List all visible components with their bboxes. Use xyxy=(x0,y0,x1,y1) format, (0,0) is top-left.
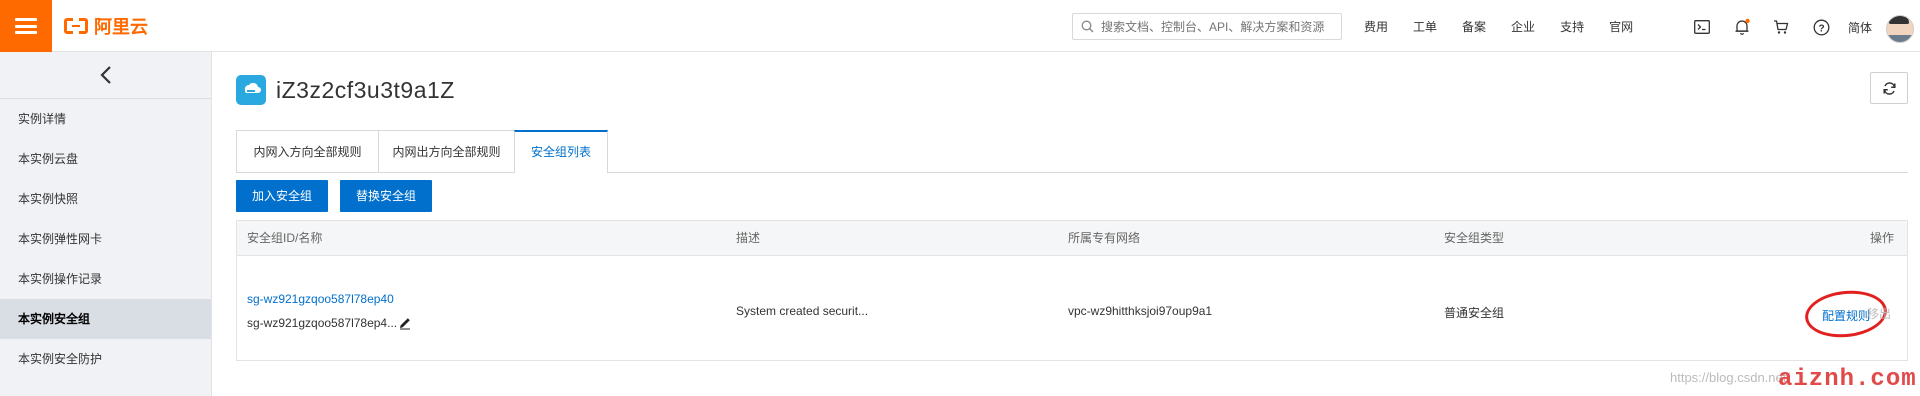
top-nav-links: 费用 工单 备案 企业 支持 官网 xyxy=(1364,0,1658,52)
instance-server-icon xyxy=(236,75,266,105)
table-header: 安全组ID/名称 描述 所属专有网络 安全组类型 操作 xyxy=(237,221,1907,256)
remove-link[interactable]: 移出 xyxy=(1867,305,1891,322)
help-icon[interactable]: ? xyxy=(1812,18,1830,36)
page-title: iZ3z2cf3u3t9a1Z xyxy=(276,76,455,103)
language-switch[interactable]: 简体 xyxy=(1848,19,1872,36)
refresh-icon xyxy=(1882,81,1896,95)
top-navbar: 阿里云 费用 工单 备案 企业 支持 官网 xyxy=(0,0,1920,52)
logo-text: 阿里云 xyxy=(94,17,148,37)
sidebar-item-instance-details[interactable]: 实例详情 xyxy=(0,99,211,139)
add-security-group-button[interactable]: 加入安全组 xyxy=(236,180,329,212)
hamburger-menu-button[interactable] xyxy=(0,0,52,52)
sidebar-item-security-groups[interactable]: 本实例安全组 xyxy=(0,299,211,339)
tab-security-group-list[interactable]: 安全组列表 xyxy=(514,130,608,173)
aliyun-logo[interactable]: 阿里云 xyxy=(64,14,148,38)
user-avatar[interactable] xyxy=(1886,15,1914,43)
column-header-description: 描述 xyxy=(736,231,761,245)
nav-support[interactable]: 支持 xyxy=(1560,18,1584,35)
sidebar-collapse-button[interactable] xyxy=(0,52,211,99)
security-group-type: 普通安全组 xyxy=(1444,306,1505,320)
sidebar: 实例详情 本实例云盘 本实例快照 本实例弹性网卡 本实例操作记录 本实例安全组 … xyxy=(0,52,212,396)
cart-icon[interactable] xyxy=(1772,18,1790,36)
nav-website[interactable]: 官网 xyxy=(1609,18,1633,35)
column-header-id-name: 安全组ID/名称 xyxy=(247,231,323,245)
search-input[interactable] xyxy=(1099,18,1338,35)
sidebar-item-snapshots[interactable]: 本实例快照 xyxy=(0,179,211,219)
nav-icp[interactable]: 备案 xyxy=(1462,18,1486,35)
security-group-id-link[interactable]: sg-wz921gzqoo587l78ep40 xyxy=(247,292,394,306)
sidebar-item-disks[interactable]: 本实例云盘 xyxy=(0,139,211,179)
column-header-actions: 操作 xyxy=(1870,231,1895,245)
search-box[interactable] xyxy=(1072,13,1342,40)
nav-tickets[interactable]: 工单 xyxy=(1413,18,1437,35)
refresh-button[interactable] xyxy=(1870,72,1908,104)
brand-watermark: aiznh.com xyxy=(1778,366,1917,393)
notification-bell-icon[interactable] xyxy=(1733,18,1751,36)
sidebar-item-operation-logs[interactable]: 本实例操作记录 xyxy=(0,259,211,299)
nav-enterprise[interactable]: 企业 xyxy=(1511,18,1535,35)
security-group-table: 安全组ID/名称 描述 所属专有网络 安全组类型 操作 sg-wz921gzqo… xyxy=(236,220,1908,361)
nav-fees[interactable]: 费用 xyxy=(1364,18,1388,35)
edit-pencil-icon[interactable] xyxy=(397,315,413,331)
page-header: iZ3z2cf3u3t9a1Z xyxy=(236,74,455,106)
security-group-description: System created securit... xyxy=(736,304,869,318)
tab-inbound-rules[interactable]: 内网入方向全部规则 xyxy=(236,130,379,172)
table-row: sg-wz921gzqoo587l78ep40 sg-wz921gzqoo587… xyxy=(237,255,1907,360)
sidebar-item-eni[interactable]: 本实例弹性网卡 xyxy=(0,219,211,259)
svg-text:?: ? xyxy=(1818,23,1824,34)
terminal-icon[interactable] xyxy=(1693,18,1711,36)
search-icon xyxy=(1081,20,1094,33)
security-group-name: sg-wz921gzqoo587l78ep4... xyxy=(247,316,398,330)
column-header-vpc: 所属专有网络 xyxy=(1068,231,1141,245)
tab-bar: 内网入方向全部规则 内网出方向全部规则 安全组列表 xyxy=(236,130,1908,173)
menu-icon xyxy=(15,18,37,34)
chevron-left-icon xyxy=(99,66,111,84)
tab-outbound-rules[interactable]: 内网出方向全部规则 xyxy=(378,130,515,172)
vpc-id: vpc-wz9hitthksjoi97oup9a1 xyxy=(1068,304,1213,318)
main-content: iZ3z2cf3u3t9a1Z 内网入方向全部规则 内网出方向全部规则 安全组列… xyxy=(212,52,1920,396)
column-header-type: 安全组类型 xyxy=(1444,231,1505,245)
sidebar-item-security-protection[interactable]: 本实例安全防护 xyxy=(0,339,211,379)
replace-security-group-button[interactable]: 替换安全组 xyxy=(340,180,433,212)
blog-watermark: https://blog.csdn.net/ xyxy=(1670,370,1790,385)
aliyun-logo-icon xyxy=(64,18,88,34)
configure-rules-link[interactable]: 配置规则 xyxy=(1822,307,1870,324)
